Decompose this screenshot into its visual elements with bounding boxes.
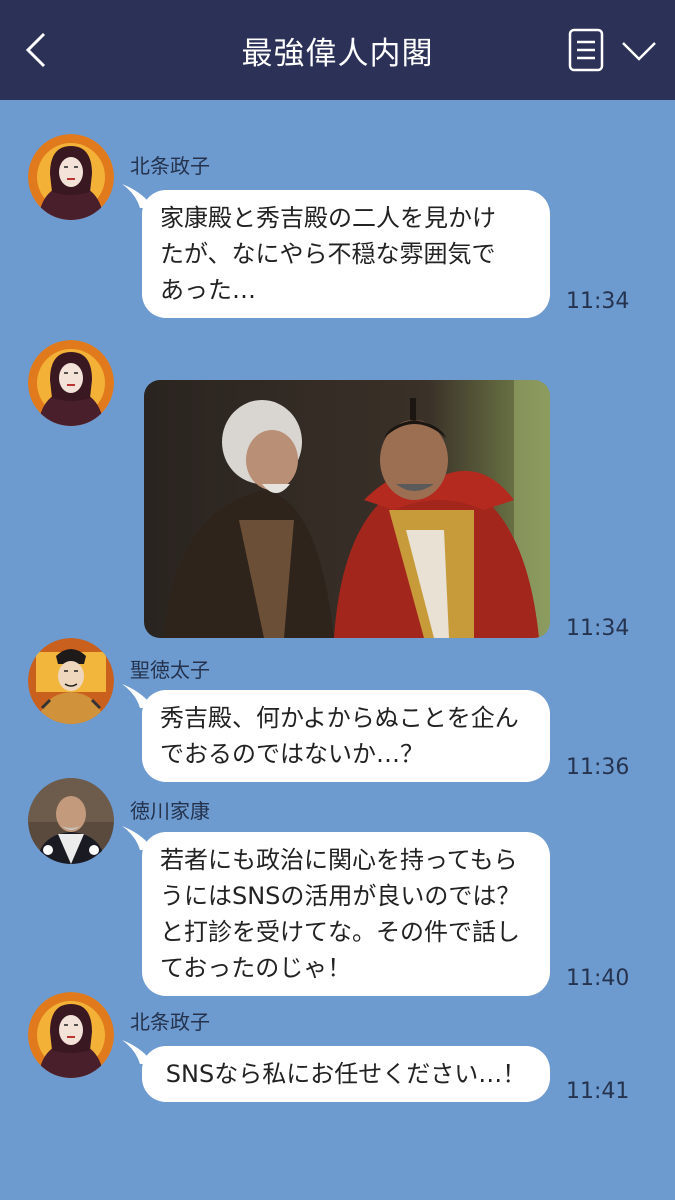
message-line: でおるのではないか…？: [160, 740, 424, 768]
message-bubble[interactable]: SNSなら私にお任せください…！: [142, 1046, 550, 1102]
message-bubble[interactable]: 若者にも政治に関心を持ってもら うにはSNSの活用が良いのでは？ と打診を受けて…: [142, 832, 550, 996]
timestamp: 11:34: [566, 289, 630, 314]
message-line: うにはSNSの活用が良いのでは？: [160, 882, 521, 910]
timestamp: 11:34: [566, 616, 630, 641]
sender-name: 北条政子: [130, 1010, 210, 1034]
timestamp: 11:36: [566, 755, 630, 780]
sender-name: 徳川家康: [130, 799, 210, 823]
message-line: あった…: [160, 276, 256, 304]
timestamp: 11:40: [566, 966, 630, 991]
message-line: たが、なにやら不穏な雰囲気で: [160, 240, 496, 268]
timestamp: 11:41: [566, 1079, 630, 1104]
chat-header: 最強偉人内閣: [0, 0, 675, 100]
message-line: 家康殿と秀吉殿の二人を見かけ: [160, 204, 496, 232]
message-bubble[interactable]: 家康殿と秀吉殿の二人を見かけ たが、なにやら不穏な雰囲気で あった…: [142, 190, 550, 318]
sender-name: 聖徳太子: [130, 658, 210, 682]
avatar-hojo-masako[interactable]: [28, 992, 114, 1078]
message-line: 若者にも政治に関心を持ってもら: [160, 846, 518, 874]
message-line: 秀吉殿、何かよからぬことを企ん: [160, 704, 519, 732]
photo-message[interactable]: [144, 380, 550, 638]
message-bubble[interactable]: 秀吉殿、何かよからぬことを企ん でおるのではないか…？: [142, 690, 550, 782]
avatar-hojo-masako[interactable]: [28, 340, 114, 426]
avatar-tokugawa-ieyasu[interactable]: [28, 778, 114, 864]
message-line: ておったのじゃ！: [160, 954, 352, 982]
sender-name: 北条政子: [130, 154, 210, 178]
chevron-down-icon[interactable]: [620, 38, 658, 64]
avatar-hojo-masako[interactable]: [28, 134, 114, 220]
avatar-shotoku-taishi[interactable]: [28, 638, 114, 724]
note-icon[interactable]: [568, 28, 604, 72]
message-line: SNSなら私にお任せください…！: [165, 1060, 527, 1088]
message-line: と打診を受けてな。その件で話し: [160, 918, 520, 946]
